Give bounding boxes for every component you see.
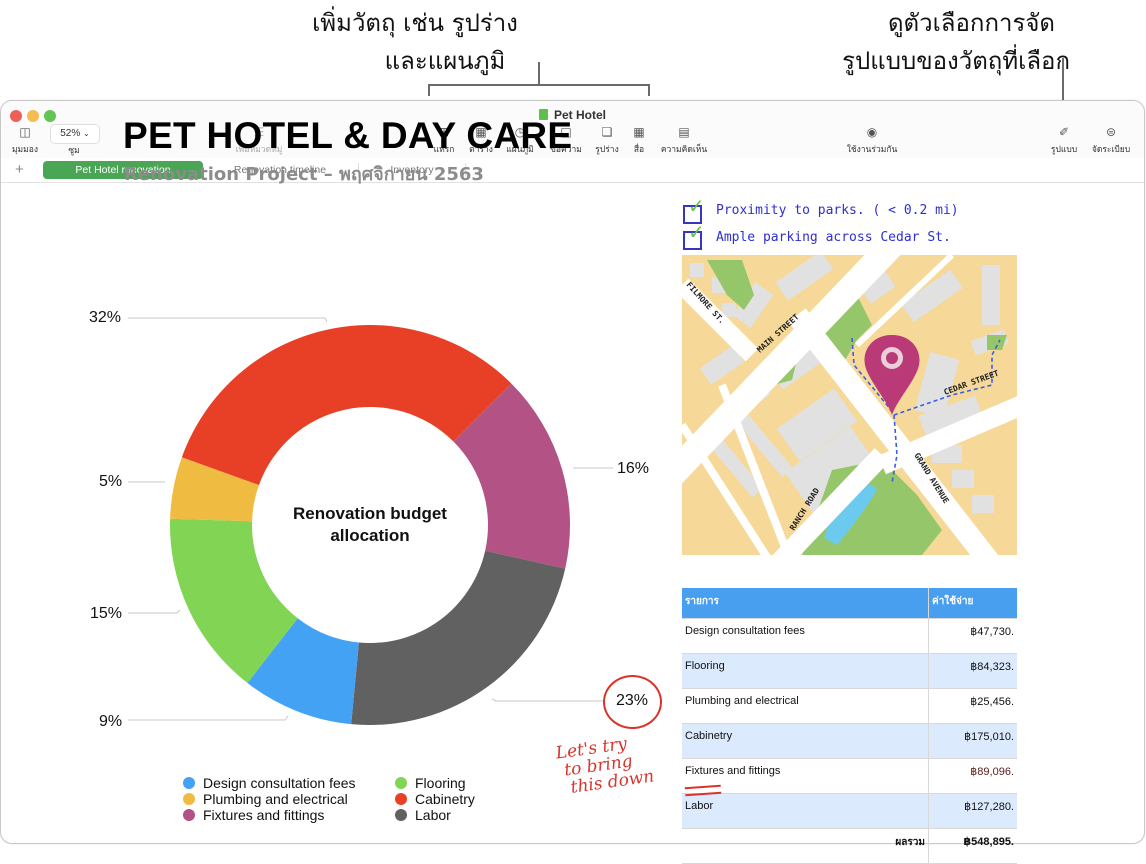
header-cost[interactable]: ค่าใช้จ่าย [928,588,1017,619]
callout-bracket-left-leg [428,84,430,96]
view-button[interactable]: ◫ มุมมอง [7,125,43,156]
view-label: มุมมอง [11,145,39,155]
label-flooring-pct: 15% [90,605,123,622]
collaborate-icon: ◉ [866,125,878,139]
sheet-subtitle[interactable]: Renovation Project – พฤศจิกายน 2563 [124,159,484,188]
cell-item[interactable]: Labor [682,793,929,829]
comment-icon: ▤ [678,125,690,139]
media-label: สื่อ [633,145,645,155]
table-row: Cabinetry ฿175,010. [682,723,1017,759]
cell-cost[interactable]: ฿89,096. [928,758,1017,794]
legend-label: Design consultation fees [203,775,356,791]
media-icon: ▦ [633,125,645,139]
sidebar-icon: ◫ [19,125,31,139]
organize-button[interactable]: ⊜ จัดระเบียบ [1090,125,1132,156]
cell-cost[interactable]: ฿127,280. [928,793,1017,829]
label-plumbing-pct: 5% [99,473,123,490]
comment-button[interactable]: ▤ ความคิดเห็น [656,125,712,156]
callout-format-line1: ดูตัวเลือกการจัด [887,9,1055,37]
legend-dot [183,809,195,821]
map-building [690,263,704,277]
handwritten-annotation: Let's try to bring this down [555,732,656,799]
zoom-dropdown[interactable]: 52% ⌄ [50,124,100,144]
total-label[interactable]: ผลรวม [682,828,929,864]
cell-item[interactable]: Cabinetry [682,723,929,759]
legend-dot [395,809,407,821]
shape-icon: ❏ [601,125,613,139]
legend-label: Cabinetry [415,791,475,807]
callout-add-objects-line2: และแผนภูมิ [384,47,506,75]
table-row: Plumbing and electrical ฿25,456. [682,688,1017,724]
format-label: รูปแบบ [1050,145,1078,155]
legend-item-fixtures: Fixtures and fittings [183,807,324,823]
legend-dot [395,793,407,805]
check-mark-icon: ✓ [688,222,705,244]
shape-label: รูปร่าง [595,145,619,155]
cell-cost[interactable]: ฿84,323. [928,653,1017,689]
legend-label: Labor [415,807,451,823]
add-sheet-button[interactable]: + [15,161,24,179]
callout-add-objects-line1: เพิ่มวัตถุ เช่น รูปร่าง [312,9,518,37]
cell-item[interactable]: Plumbing and electrical [682,688,929,724]
format-button[interactable]: ✐ รูปแบบ [1047,125,1081,156]
note-proximity[interactable]: Proximity to parks. ( < 0.2 mi) [716,203,959,218]
note-parking[interactable]: Ample parking across Cedar St. [716,230,951,245]
annotation-circle [603,675,662,729]
header-item[interactable]: รายการ [682,588,929,619]
legend-item-cabinetry: Cabinetry [395,791,475,807]
table-row: Flooring ฿84,323. [682,653,1017,689]
callout-format-line2: รูปแบบของวัตถุที่เลือก [842,47,1070,75]
zoom-label-wrap: ซูม [59,143,89,157]
cell-cost[interactable]: ฿47,730. [928,618,1017,654]
cell-item[interactable]: Flooring [682,653,929,689]
cell-cost[interactable]: ฿25,456. [928,688,1017,724]
budget-table[interactable]: รายการ ค่าใช้จ่าย Design consultation fe… [682,588,1017,864]
cell-cost[interactable]: ฿175,010. [928,723,1017,759]
map-image[interactable]: FILMORE ST. MAIN STREET CEDAR STREET GRA… [682,255,1017,555]
legend-label: Plumbing and electrical [203,791,348,807]
paintbrush-icon: ✐ [1058,125,1070,139]
organize-icon: ⊜ [1105,125,1117,139]
comment-label: ความคิดเห็น [660,145,708,155]
legend-item-design: Design consultation fees [183,775,356,791]
callout-bracket-right-leg [648,84,650,96]
legend-dot [183,793,195,805]
collaborate-button[interactable]: ◉ ใช้งานร่วมกัน [839,125,905,156]
table-row: Labor ฿127,280. [682,793,1017,829]
legend-dot [183,777,195,789]
legend-label: Flooring [415,775,466,791]
label-cabinetry-pct: 32% [89,309,122,326]
callout-add-objects-pointer [538,62,540,86]
chart-center-title: Renovation budget allocation [293,504,447,545]
table-header-row: รายการ ค่าใช้จ่าย [682,588,1017,619]
legend-item-flooring: Flooring [395,775,466,791]
collaborate-label: ใช้งานร่วมกัน [846,145,898,155]
table-row: Fixtures and fittings ฿89,096. [682,758,1017,794]
callout-add-objects-bracket [428,84,650,86]
table-total-row: ผลรวม ฿548,895. [682,828,1017,864]
chevron-down-icon: ⌄ [83,129,90,138]
shape-button[interactable]: ❏ รูปร่าง [591,125,623,156]
zoom-value: 52% [60,128,81,139]
sheet-title[interactable]: PET HOTEL & DAY CARE [123,115,572,157]
legend-item-labor: Labor [395,807,451,823]
table-row: Design consultation fees ฿47,730. [682,618,1017,654]
legend-label: Fixtures and fittings [203,807,325,823]
callout-add-objects: เพิ่มวัตถุ เช่น รูปร่าง และแผนภูมิ [280,4,550,80]
total-value[interactable]: ฿548,895. [928,828,1017,864]
organize-label: จัดระเบียบ [1091,145,1131,155]
legend-dot [395,777,407,789]
legend-item-plumbing: Plumbing and electrical [183,791,348,807]
label-fixtures-pct: 16% [617,460,650,477]
media-button[interactable]: ▦ สื่อ [629,125,649,156]
label-design-pct: 9% [99,713,123,730]
check-mark-icon: ✓ [688,196,705,218]
callout-format-options: ดูตัวเลือกการจัด รูปแบบของวัตถุที่เลือก [790,4,1070,80]
cell-item[interactable]: Design consultation fees [682,618,929,654]
zoom-label: ซูม [68,146,80,156]
